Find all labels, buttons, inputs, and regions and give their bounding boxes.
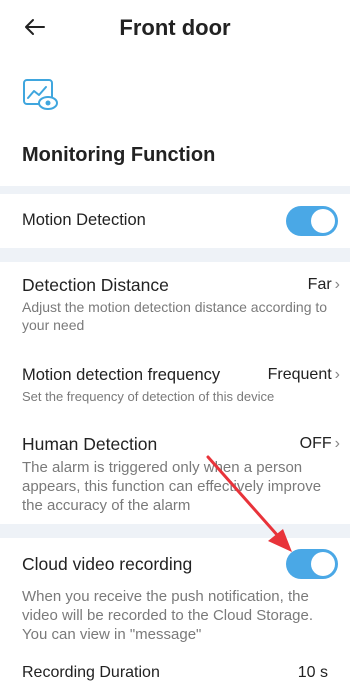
recording-duration-label[interactable]: Recording Duration xyxy=(22,664,160,682)
motion-detection-label: Motion Detection xyxy=(22,211,146,229)
human-detection-description: The alarm is triggered only when a perso… xyxy=(22,459,322,514)
human-detection-value[interactable]: OFF › xyxy=(300,435,340,453)
header: Front door xyxy=(0,0,350,56)
divider xyxy=(0,248,350,262)
cloud-recording-toggle[interactable] xyxy=(286,549,338,579)
page-title: Front door xyxy=(119,15,231,40)
human-detection-label: Human Detection xyxy=(22,434,158,454)
detection-distance-description: Adjust the motion detection distance acc… xyxy=(22,299,328,333)
motion-frequency-value-text: Frequent xyxy=(267,366,332,383)
detection-distance-value-text: Far xyxy=(307,276,332,293)
motion-frequency-label: Motion detection frequency xyxy=(22,366,221,384)
monitoring-chart-eye-icon xyxy=(23,79,58,110)
section-title: Monitoring Function xyxy=(22,144,216,166)
detection-distance-label: Detection Distance xyxy=(22,275,169,295)
toggle-knob xyxy=(311,552,335,576)
cloud-recording-label: Cloud video recording xyxy=(22,554,193,574)
chevron-right-icon: › xyxy=(334,435,340,452)
divider xyxy=(0,186,350,194)
divider xyxy=(0,524,350,538)
chevron-right-icon: › xyxy=(334,276,340,293)
motion-detection-toggle[interactable] xyxy=(286,206,338,236)
chevron-right-icon: › xyxy=(334,366,340,383)
motion-frequency-description: Set the frequency of detection of this d… xyxy=(22,389,275,404)
recording-duration-value[interactable]: 10 s xyxy=(298,664,328,682)
detection-distance-value[interactable]: Far › xyxy=(308,276,340,294)
cloud-recording-description: When you receive the push notification, … xyxy=(22,588,314,643)
motion-frequency-value[interactable]: Frequent › xyxy=(268,366,340,384)
human-detection-value-text: OFF xyxy=(299,435,332,452)
toggle-knob xyxy=(311,209,335,233)
